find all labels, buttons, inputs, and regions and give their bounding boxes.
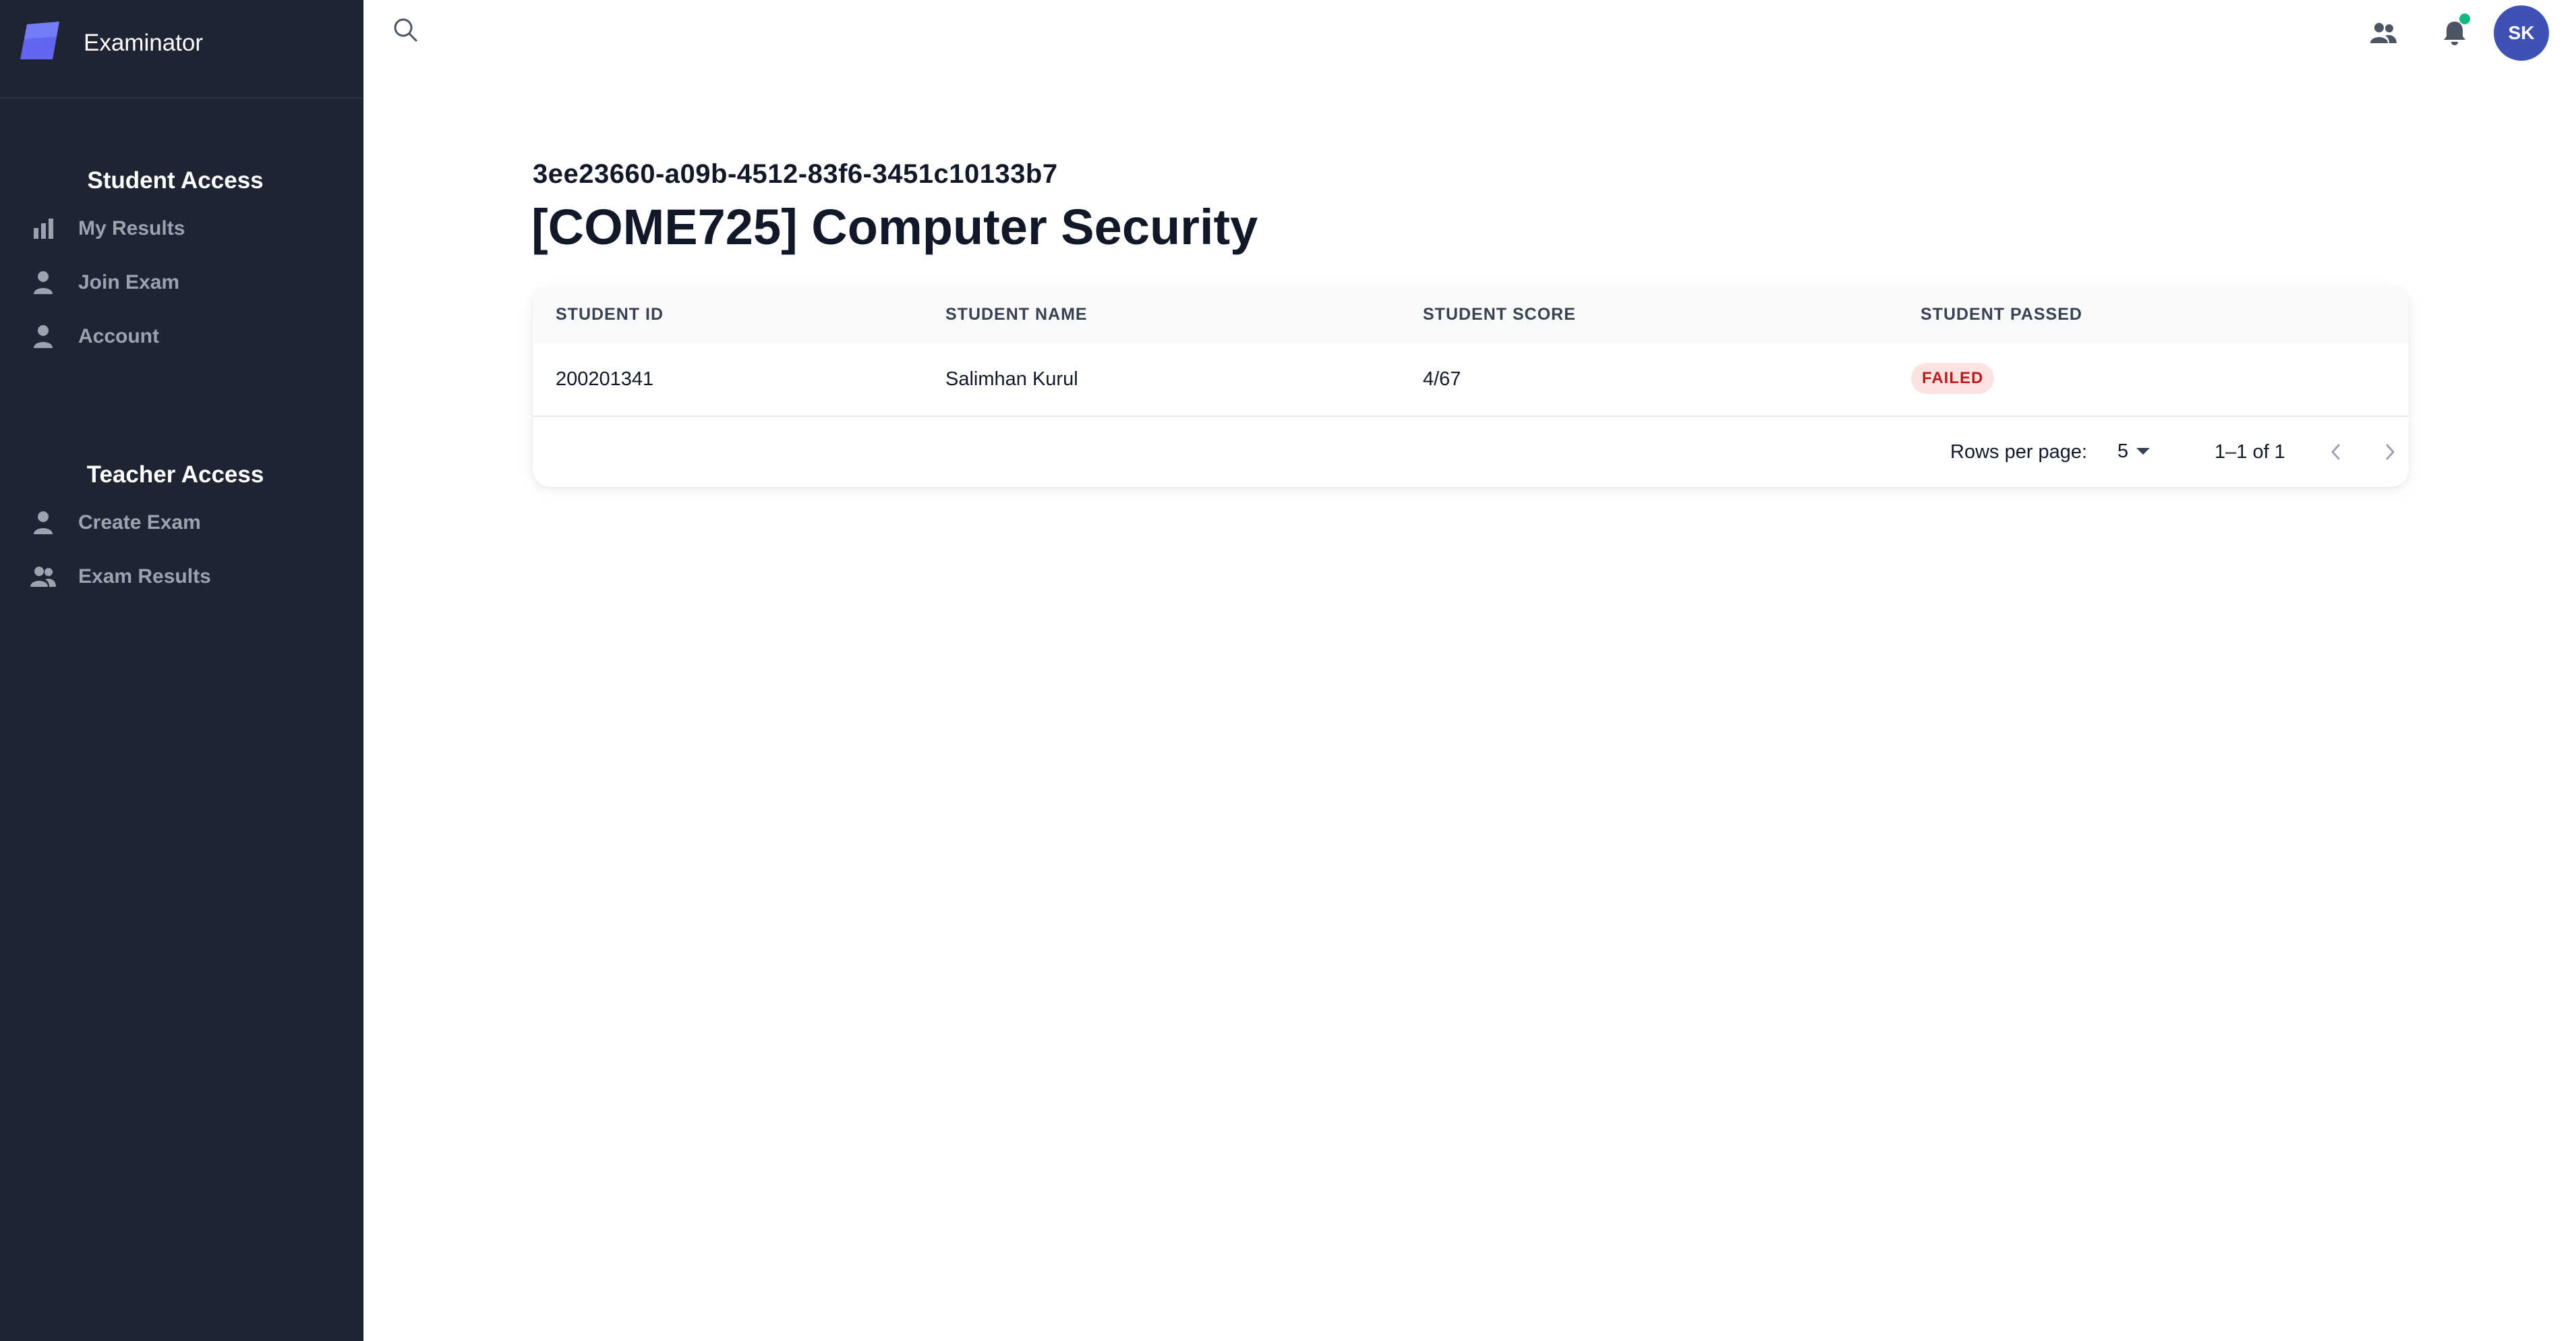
notifications-button[interactable]	[2436, 13, 2473, 51]
student-access-title: Student Access	[87, 167, 264, 194]
table-row[interactable]: 200201341 Salimhan Kurul 4/67 FAILED	[533, 343, 2409, 417]
sidebar-item-label: Exam Results	[78, 565, 211, 588]
users-icon	[30, 563, 57, 590]
brand: Examinator	[0, 0, 363, 98]
column-header-student-id: STUDENT ID	[556, 305, 664, 324]
sidebar-item-exam-results[interactable]: Exam Results	[0, 552, 363, 602]
avatar[interactable]: SK	[2494, 5, 2549, 61]
rows-per-page-label: Rows per page:	[1950, 441, 2088, 463]
teacher-access-title: Teacher Access	[86, 461, 264, 488]
sidebar-item-label: Join Exam	[78, 271, 180, 293]
previous-page-button[interactable]	[2320, 436, 2352, 468]
logo-icon	[20, 22, 59, 59]
column-header-student-name: STUDENT NAME	[945, 305, 1088, 324]
sidebar: Examinator Student Access My Results Joi…	[0, 0, 363, 1341]
users-icon	[2370, 23, 2397, 43]
search-icon	[394, 18, 417, 42]
next-page-button[interactable]	[2374, 436, 2406, 468]
chevron-left-icon	[2331, 444, 2340, 460]
sidebar-item-label: Account	[78, 325, 159, 347]
chevron-down-icon	[2136, 448, 2150, 455]
results-table: STUDENT ID STUDENT NAME STUDENT SCORE ST…	[533, 287, 2409, 487]
cell-student-id: 200201341	[556, 368, 654, 390]
exam-id: 3ee23660-a09b-4512-83f6-3451c10133b7	[533, 159, 1058, 189]
chevron-right-icon	[2386, 444, 2395, 460]
page-title: [COME725] Computer Security	[531, 199, 1258, 255]
rows-per-page-select[interactable]: 5	[2117, 436, 2162, 467]
column-header-student-score: STUDENT SCORE	[1423, 305, 1576, 324]
cell-student-name: Salimhan Kurul	[945, 368, 1078, 390]
rows-per-page-value: 5	[2117, 440, 2129, 462]
table-header: STUDENT ID STUDENT NAME STUDENT SCORE ST…	[533, 287, 2409, 343]
user-icon	[30, 509, 57, 536]
search-button[interactable]	[392, 16, 426, 50]
bar-chart-icon	[30, 215, 57, 242]
cell-student-score: 4/67	[1423, 368, 1461, 390]
topbar: SK	[363, 0, 2576, 66]
app-name: Examinator	[84, 30, 204, 56]
user-icon	[30, 269, 57, 296]
sidebar-item-join-exam[interactable]: Join Exam	[0, 258, 363, 308]
sidebar-item-account[interactable]: Account	[0, 312, 363, 362]
table-pagination: Rows per page: 5 1–1 of 1	[533, 417, 2409, 487]
pagination-range: 1–1 of 1	[2215, 441, 2285, 463]
sidebar-item-label: Create Exam	[78, 511, 201, 534]
status-badge: FAILED	[1911, 363, 1995, 394]
sidebar-item-create-exam[interactable]: Create Exam	[0, 498, 363, 548]
sidebar-item-label: My Results	[78, 217, 185, 239]
user-icon	[30, 323, 57, 350]
sidebar-item-my-results[interactable]: My Results	[0, 204, 363, 254]
notification-dot	[2459, 13, 2470, 24]
column-header-student-passed: STUDENT PASSED	[1921, 305, 2082, 324]
contacts-button[interactable]	[2365, 15, 2401, 51]
